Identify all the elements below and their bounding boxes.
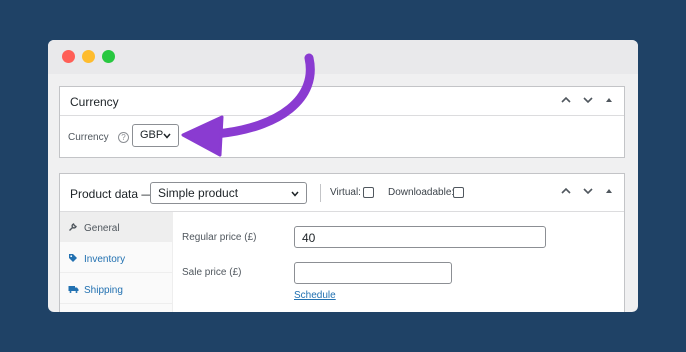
maximize-window-button[interactable]	[102, 50, 115, 63]
tab-inventory[interactable]: Inventory	[60, 243, 172, 273]
virtual-label: Virtual:	[330, 187, 361, 198]
move-down-icon[interactable]	[582, 185, 594, 197]
move-down-icon[interactable]	[582, 94, 594, 106]
header-divider	[320, 184, 321, 202]
product-data-tabs: General Inventory Shipping	[60, 212, 173, 312]
regular-price-value: 40	[302, 231, 316, 245]
regular-price-input[interactable]: 40	[294, 226, 546, 248]
tab-shipping-label: Shipping	[84, 285, 123, 296]
schedule-link[interactable]: Schedule	[294, 290, 336, 301]
collapse-toggle-icon[interactable]	[604, 186, 614, 196]
app-window: Currency Currency ? GBP Product data — S…	[48, 40, 638, 312]
tab-general[interactable]: General	[60, 212, 172, 242]
currency-select[interactable]: GBP	[132, 124, 179, 147]
product-type-value: Simple product	[158, 186, 239, 200]
tab-inventory-label: Inventory	[84, 254, 126, 265]
product-data-actions	[560, 185, 614, 197]
tag-icon	[69, 254, 77, 262]
product-data-title: Product data —	[70, 187, 154, 201]
virtual-checkbox[interactable]	[363, 187, 374, 198]
currency-field-label: Currency	[68, 132, 109, 143]
chevron-down-icon	[291, 191, 299, 197]
downloadable-checkbox[interactable]	[453, 187, 464, 198]
window-titlebar	[48, 40, 638, 74]
product-data-panel: Product data — Simple product Virtual: D…	[59, 173, 625, 312]
close-window-button[interactable]	[62, 50, 75, 63]
currency-panel: Currency Currency ? GBP	[59, 86, 625, 158]
currency-panel-header: Currency	[60, 87, 624, 116]
move-up-icon[interactable]	[560, 94, 572, 106]
chevron-down-icon	[163, 133, 171, 139]
help-icon[interactable]: ?	[118, 132, 129, 143]
currency-panel-actions	[560, 94, 614, 106]
truck-icon	[68, 286, 79, 293]
currency-panel-title: Currency	[70, 95, 119, 109]
tab-general-label: General	[84, 223, 120, 234]
wrench-icon	[69, 223, 77, 231]
minimize-window-button[interactable]	[82, 50, 95, 63]
product-data-header: Product data — Simple product Virtual: D…	[60, 174, 624, 212]
sale-price-label: Sale price (£)	[182, 267, 242, 278]
regular-price-label: Regular price (£)	[182, 232, 257, 243]
currency-select-value: GBP	[140, 129, 164, 141]
collapse-toggle-icon[interactable]	[604, 95, 614, 105]
downloadable-label: Downloadable:	[388, 187, 455, 198]
sale-price-input[interactable]	[294, 262, 452, 284]
product-type-select[interactable]: Simple product	[150, 182, 307, 204]
move-up-icon[interactable]	[560, 185, 572, 197]
tab-shipping[interactable]: Shipping	[60, 274, 172, 304]
